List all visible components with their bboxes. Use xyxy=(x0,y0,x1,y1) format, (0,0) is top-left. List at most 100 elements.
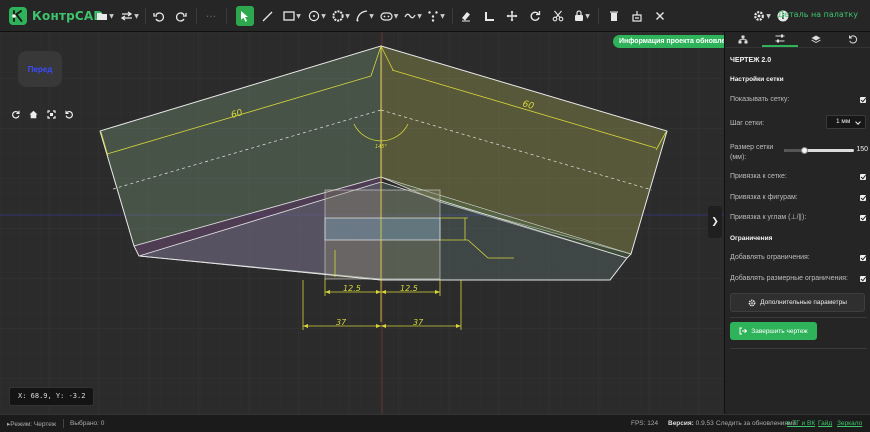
guide-link[interactable]: Гайд xyxy=(818,420,832,427)
file-menu-button[interactable]: ▼ xyxy=(94,6,116,26)
social-links[interactable]: в ТГ и ВК xyxy=(787,420,815,427)
trash-icon xyxy=(610,11,618,21)
add-dim-constraints-label: Добавлять размерные ограничения: xyxy=(730,275,848,282)
tab-tree[interactable] xyxy=(725,32,762,47)
back-to-project-link[interactable]: Деталь на палатку xyxy=(778,10,858,19)
snap-shapes-checkbox[interactable] xyxy=(860,195,866,201)
tab-history[interactable] xyxy=(835,32,870,47)
version-value: 0.9.53 xyxy=(695,420,714,427)
dim-bottom-right-inner[interactable]: 12.5 xyxy=(400,284,418,293)
cursor-icon xyxy=(241,11,248,22)
eraser-tool[interactable] xyxy=(458,6,474,26)
chevron-right-icon: ❯ xyxy=(711,217,719,227)
redo-button[interactable] xyxy=(174,6,188,26)
arc-tool[interactable]: ▼ xyxy=(354,6,376,26)
constraint-tool[interactable]: ▼ xyxy=(571,6,593,26)
advanced-params-button[interactable]: Дополнительные параметры xyxy=(730,293,865,312)
close-tool[interactable] xyxy=(652,6,668,26)
center-strip[interactable] xyxy=(324,217,441,241)
circle-tool[interactable]: ▼ xyxy=(306,6,328,26)
tab-layers[interactable] xyxy=(798,32,835,47)
dim-bottom-right-outer[interactable]: 37 xyxy=(413,318,424,327)
project-updated-notice: Информация проекта обновлена xyxy=(613,35,724,48)
drawing-scene[interactable]: 60 60 145° 12.5 12.5 37 37 xyxy=(0,32,724,414)
settings-menu-button[interactable]: ▼ xyxy=(751,6,773,26)
transfer-menu-button[interactable]: ▼ xyxy=(119,6,141,26)
select-tool[interactable] xyxy=(236,6,254,26)
top-toolbar: КонтрCAD ▼ ▼ ··· ▼ ▼ ▼ ▼ ▼ ▼ ▼ ▼ ▼ Детал… xyxy=(0,0,870,32)
panel-divider xyxy=(730,348,867,349)
line-tool[interactable] xyxy=(259,6,275,26)
history-icon xyxy=(848,35,857,44)
spline-tool[interactable]: ▼ xyxy=(402,6,424,26)
fit-view-button[interactable] xyxy=(45,108,57,120)
broom-icon xyxy=(632,11,642,22)
grid-size-row: Размер сетки (мм): 150 xyxy=(730,143,868,163)
show-grid-row: Показывать сетку: xyxy=(730,95,868,105)
panel-collapse-button[interactable]: ❯ xyxy=(708,206,722,238)
snap-angles-checkbox[interactable] xyxy=(860,215,866,221)
dim-angle[interactable]: 145° xyxy=(375,144,388,150)
snap-angles-label: Привязка к углам (⊥/∥): xyxy=(730,214,807,221)
rotate-tool[interactable] xyxy=(527,6,543,26)
add-constraints-checkbox[interactable] xyxy=(860,255,866,261)
close-icon xyxy=(656,12,664,20)
mirror-link[interactable]: Зеркало xyxy=(837,420,862,427)
chevron-down-icon: ▼ xyxy=(369,12,374,20)
chevron-down-icon: ▼ xyxy=(134,12,139,20)
tab-settings[interactable] xyxy=(761,32,798,47)
polygon-tool[interactable]: ▼ xyxy=(330,6,352,26)
rectangle-tool[interactable]: ▼ xyxy=(280,6,304,26)
finish-drawing-label: Завершить чертеж xyxy=(751,327,808,335)
undo-button[interactable] xyxy=(151,6,165,26)
tree-icon xyxy=(738,35,748,44)
fit-frame-icon xyxy=(46,109,56,119)
snap-grid-label: Привязка к сетке: xyxy=(730,173,787,180)
chevron-down-icon: ▼ xyxy=(440,12,445,20)
spline-icon xyxy=(404,13,416,19)
trim-tool[interactable] xyxy=(550,6,566,26)
more-tools-button[interactable]: ··· xyxy=(203,6,219,26)
rotate-view-button[interactable] xyxy=(9,108,21,120)
app-window: КонтрCAD ▼ ▼ ··· ▼ ▼ ▼ ▼ ▼ ▼ ▼ ▼ ▼ Детал… xyxy=(0,0,870,432)
undo-icon xyxy=(152,11,164,22)
chevron-down-icon: ▼ xyxy=(321,12,326,20)
dim-bottom-left-inner[interactable]: 12.5 xyxy=(343,284,361,293)
add-dim-constraints-checkbox[interactable] xyxy=(860,276,866,282)
toolbar-divider xyxy=(598,8,599,24)
toolbar-divider xyxy=(145,8,146,24)
chevron-down-icon: ▼ xyxy=(766,12,771,20)
lock-icon xyxy=(575,10,584,21)
grid-settings-heading: Настройки сетки xyxy=(730,76,784,83)
grid-size-slider[interactable] xyxy=(784,147,854,154)
logo-icon xyxy=(9,7,27,25)
cursor-coordinates: X: 68.9, Y: -3.2 xyxy=(9,387,95,406)
points-icon xyxy=(428,11,438,22)
finish-drawing-button[interactable]: Завершить чертеж xyxy=(730,322,817,340)
show-grid-label: Показывать сетку: xyxy=(730,96,790,103)
home-view-button[interactable] xyxy=(27,108,39,120)
move-tool[interactable] xyxy=(504,6,520,26)
chevron-down-icon: ▼ xyxy=(393,12,399,20)
points-tool[interactable]: ▼ xyxy=(425,6,447,26)
snap-grid-checkbox[interactable] xyxy=(860,174,866,180)
drawing-canvas[interactable]: 60 60 145° 12.5 12.5 37 37 Информация пр… xyxy=(0,32,724,414)
delete-tool[interactable] xyxy=(606,6,622,26)
grid-step-select[interactable]: 1 мм xyxy=(826,115,866,129)
arc-icon xyxy=(356,10,368,22)
app-logo[interactable]: КонтрCAD xyxy=(8,6,104,26)
clear-tool[interactable] xyxy=(629,6,645,26)
fillet-tool[interactable] xyxy=(481,6,497,26)
view-cube[interactable]: Перед xyxy=(18,51,62,87)
show-grid-checkbox[interactable] xyxy=(860,97,866,103)
reset-view-button[interactable] xyxy=(63,108,75,120)
dim-bottom-left-outer[interactable]: 37 xyxy=(336,318,347,327)
grid-size-slider-knob[interactable] xyxy=(801,147,808,154)
grid-size-label: Размер сетки (мм): xyxy=(730,144,774,161)
slot-tool[interactable]: ▼ xyxy=(378,6,400,26)
grid-size-value: 150 xyxy=(856,146,868,153)
ellipsis-icon: ··· xyxy=(205,9,217,23)
undo-icon xyxy=(64,110,73,119)
chevron-down-icon: ▼ xyxy=(296,12,301,20)
sliders-icon xyxy=(775,34,785,43)
